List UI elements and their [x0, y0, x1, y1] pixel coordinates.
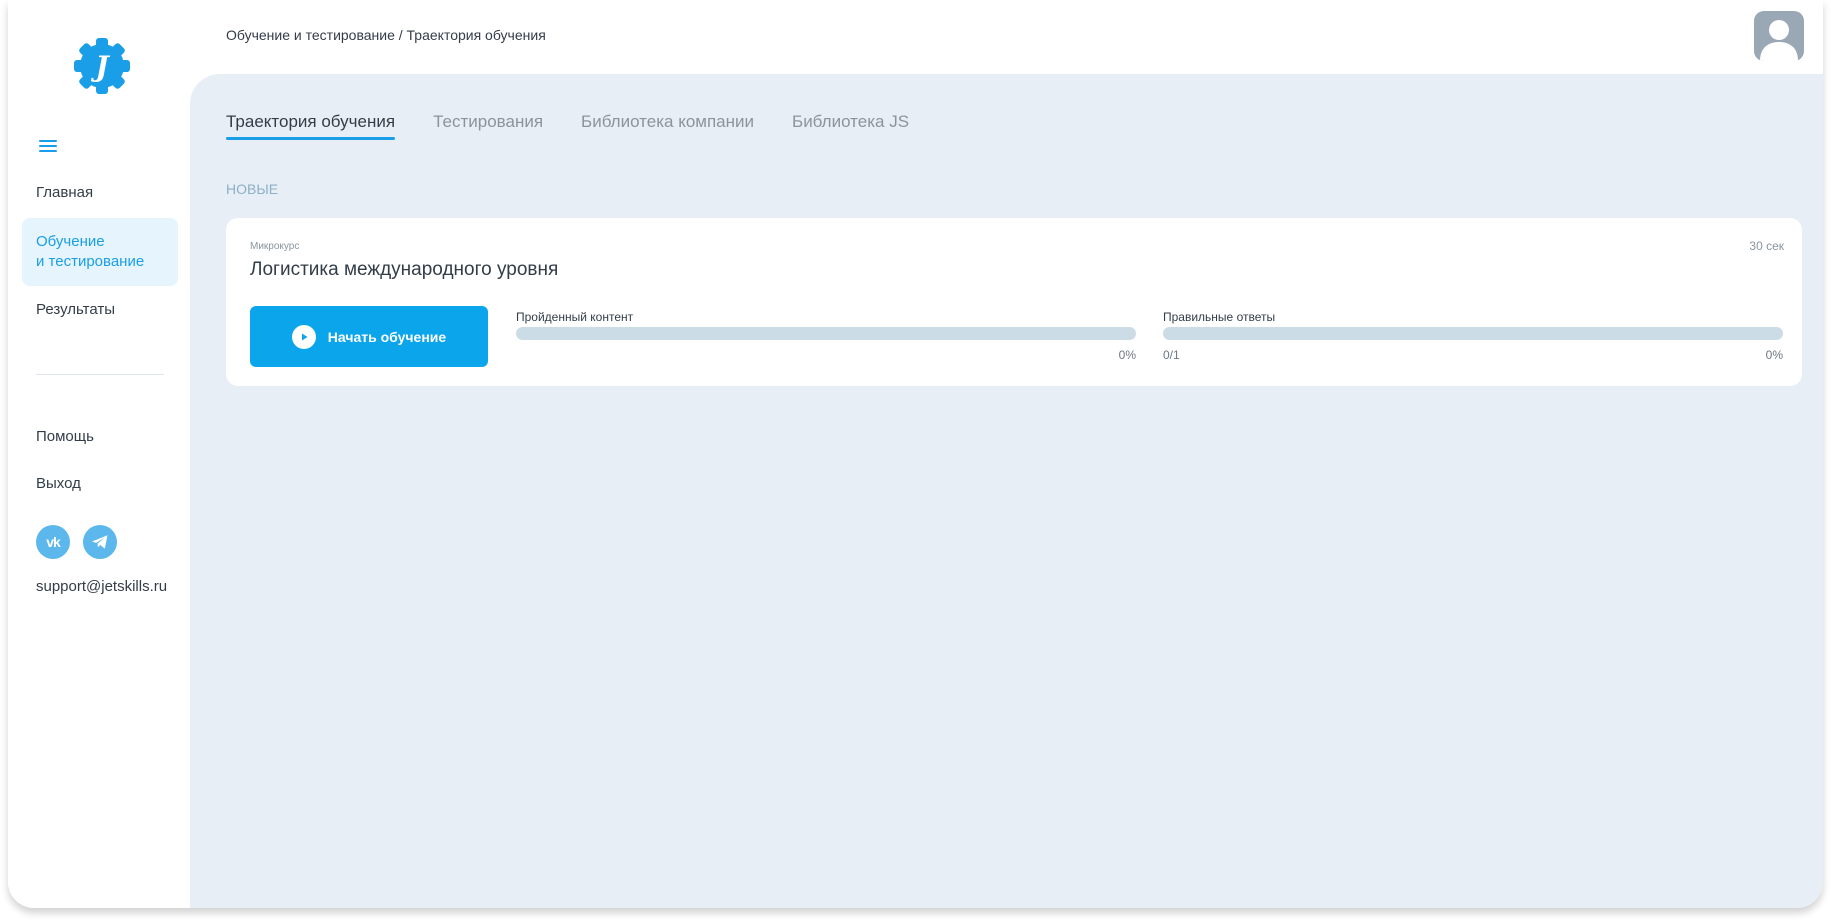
content-progress-bar — [516, 327, 1136, 340]
support-email-link[interactable]: support@jetskills.ru — [36, 578, 167, 595]
sidebar-item-home[interactable]: Главная — [22, 183, 178, 203]
content-progress: Пройденный контент 0% — [516, 310, 1136, 362]
sidebar-item-help[interactable]: Помощь — [22, 427, 178, 447]
tabs: Траектория обучения Тестирования Библиот… — [226, 112, 909, 140]
sidebar-item-logout[interactable]: Выход — [22, 474, 178, 494]
course-duration: 30 сек — [1749, 239, 1784, 253]
tab-js-library[interactable]: Библиотека JS — [792, 112, 909, 140]
answers-progress-count: 0/1 — [1163, 348, 1180, 362]
content-progress-label: Пройденный контент — [516, 310, 634, 324]
telegram-icon[interactable] — [83, 525, 117, 559]
sidebar: J Главная Обучение и тестирование Резуль… — [8, 0, 190, 908]
course-card: Микрокурс 30 сек Логистика международног… — [226, 218, 1802, 386]
tab-testing[interactable]: Тестирования — [433, 112, 543, 140]
course-type: Микрокурс — [250, 241, 300, 252]
tab-company-library[interactable]: Библиотека компании — [581, 112, 754, 140]
start-learning-button[interactable]: Начать обучение — [250, 306, 488, 367]
avatar-icon[interactable] — [1754, 11, 1804, 61]
sidebar-item-results[interactable]: Результаты — [22, 300, 178, 320]
play-icon — [291, 324, 316, 349]
breadcrumb: Обучение и тестирование / Траектория обу… — [226, 27, 546, 43]
sidebar-item-learning[interactable]: Обучение и тестирование — [22, 218, 178, 286]
start-learning-label: Начать обучение — [327, 328, 447, 345]
jetskills-logo-icon[interactable]: J — [66, 30, 138, 102]
tab-learning-path[interactable]: Траектория обучения — [226, 112, 396, 140]
sidebar-divider — [36, 374, 164, 375]
answers-progress-label: Правильные ответы — [1163, 310, 1276, 324]
vk-icon[interactable]: vk — [36, 525, 70, 559]
answers-progress: Правильные ответы 0/1 0% — [1163, 310, 1783, 362]
section-label-new: НОВЫЕ — [226, 181, 279, 197]
content-progress-percent: 0% — [1118, 348, 1136, 362]
app-window: J Главная Обучение и тестирование Резуль… — [8, 0, 1823, 908]
menu-icon[interactable] — [39, 140, 57, 156]
main-content: Траектория обучения Тестирования Библиот… — [190, 74, 1823, 908]
answers-progress-bar — [1163, 327, 1783, 340]
course-title[interactable]: Логистика международного уровня — [250, 259, 558, 281]
answers-progress-percent: 0% — [1765, 348, 1783, 362]
